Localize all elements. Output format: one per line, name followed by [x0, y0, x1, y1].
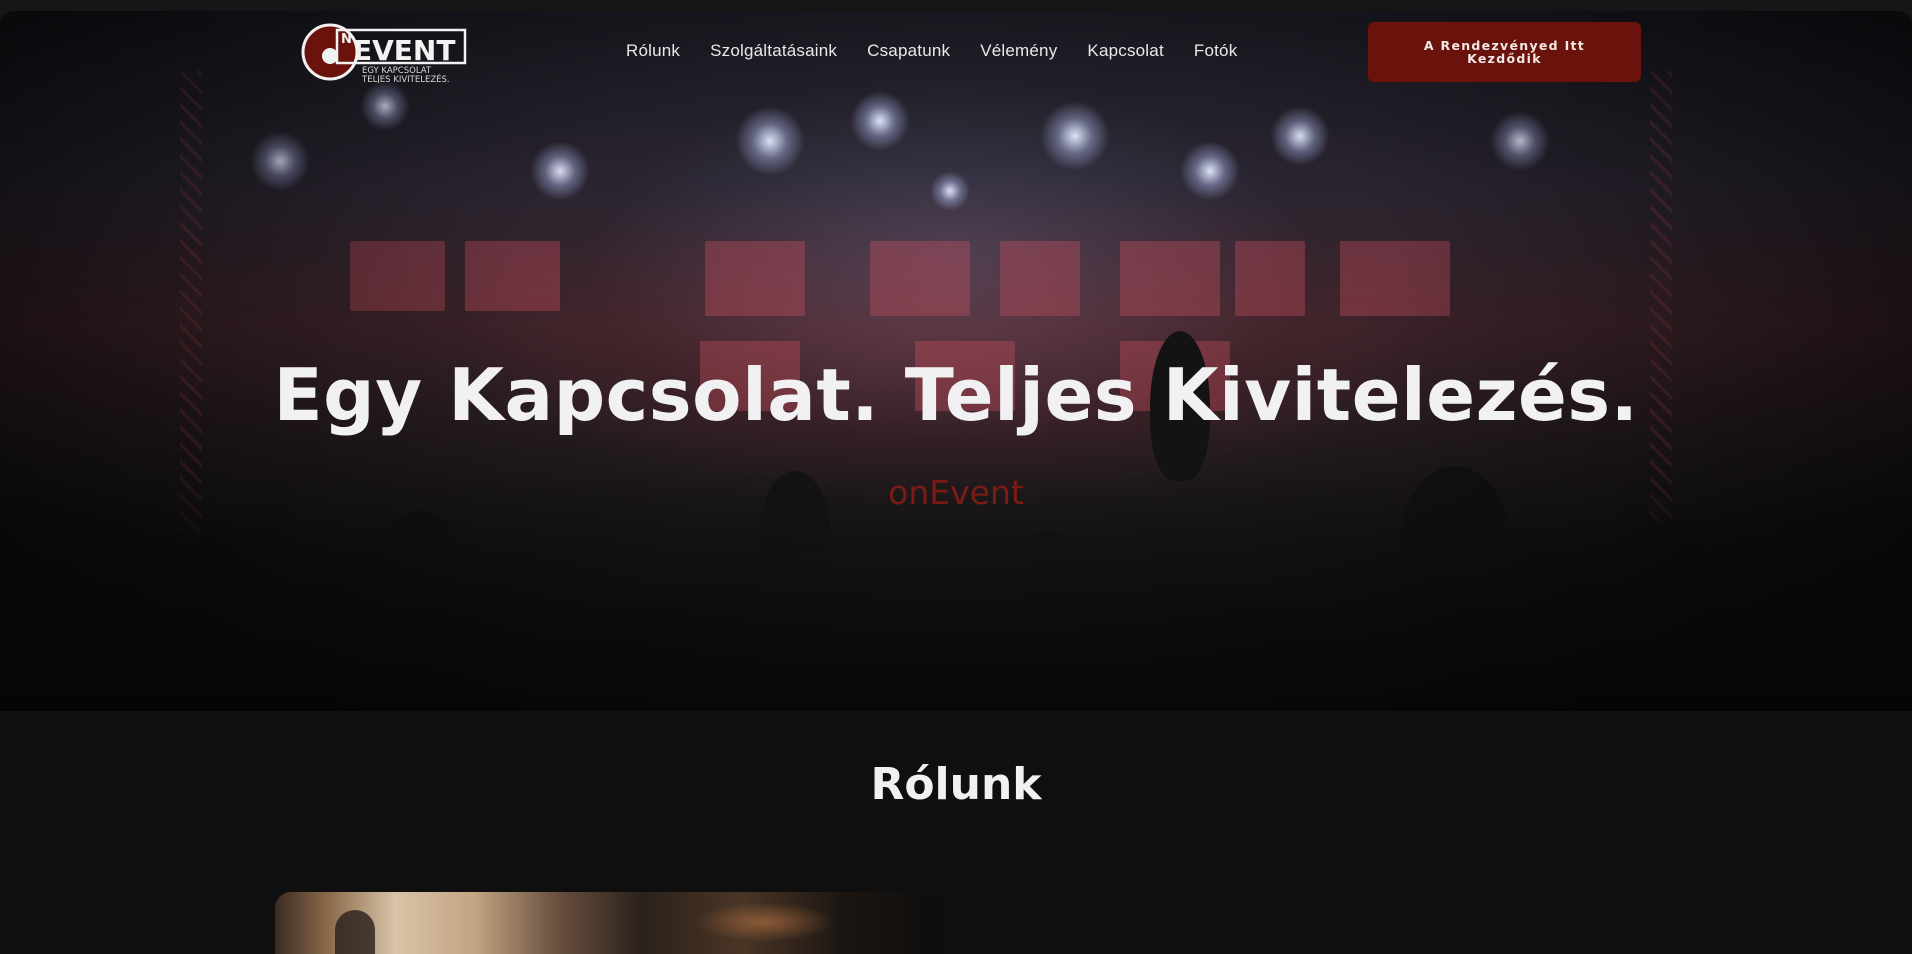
nav-item-velemeny[interactable]: Vélemény	[980, 41, 1057, 63]
cta-button-label: A Rendezvényed Itt Kezdődik	[1423, 38, 1586, 66]
about-photo	[275, 892, 942, 954]
page-frame: Egy Kapcsolat. Teljes Kivitelezés. onEve…	[0, 11, 1912, 954]
main-nav: Rólunk Szolgáltatásaink Csapatunk Vélemé…	[626, 41, 1237, 63]
hero-section: Egy Kapcsolat. Teljes Kivitelezés. onEve…	[0, 11, 1912, 711]
svg-text:EVENT: EVENT	[353, 34, 455, 67]
nav-item-kapcsolat[interactable]: Kapcsolat	[1087, 41, 1163, 63]
nav-item-szolgaltatasaink[interactable]: Szolgáltatásaink	[710, 41, 837, 63]
onevent-logo-icon: N EVENT EGY KAPCSOLAT TELJES KIVITELEZÉS…	[301, 23, 467, 85]
nav-item-csapatunk[interactable]: Csapatunk	[867, 41, 950, 63]
nav-item-rolunk[interactable]: Rólunk	[626, 41, 680, 63]
photo-detail	[695, 902, 835, 942]
nav-item-fotok[interactable]: Fotók	[1194, 41, 1238, 63]
svg-text:TELJES KIVITELEZÉS.: TELJES KIVITELEZÉS.	[361, 73, 450, 83]
about-section-title: Rólunk	[870, 759, 1042, 810]
brand-logo[interactable]: N EVENT EGY KAPCSOLAT TELJES KIVITELEZÉS…	[301, 21, 469, 85]
photo-detail	[335, 910, 375, 954]
hero-title: Egy Kapcsolat. Teljes Kivitelezés.	[273, 353, 1639, 437]
hero-subtitle: onEvent	[888, 473, 1024, 512]
svg-text:N: N	[341, 32, 352, 47]
cta-button[interactable]: A Rendezvényed Itt Kezdődik	[1368, 22, 1641, 82]
